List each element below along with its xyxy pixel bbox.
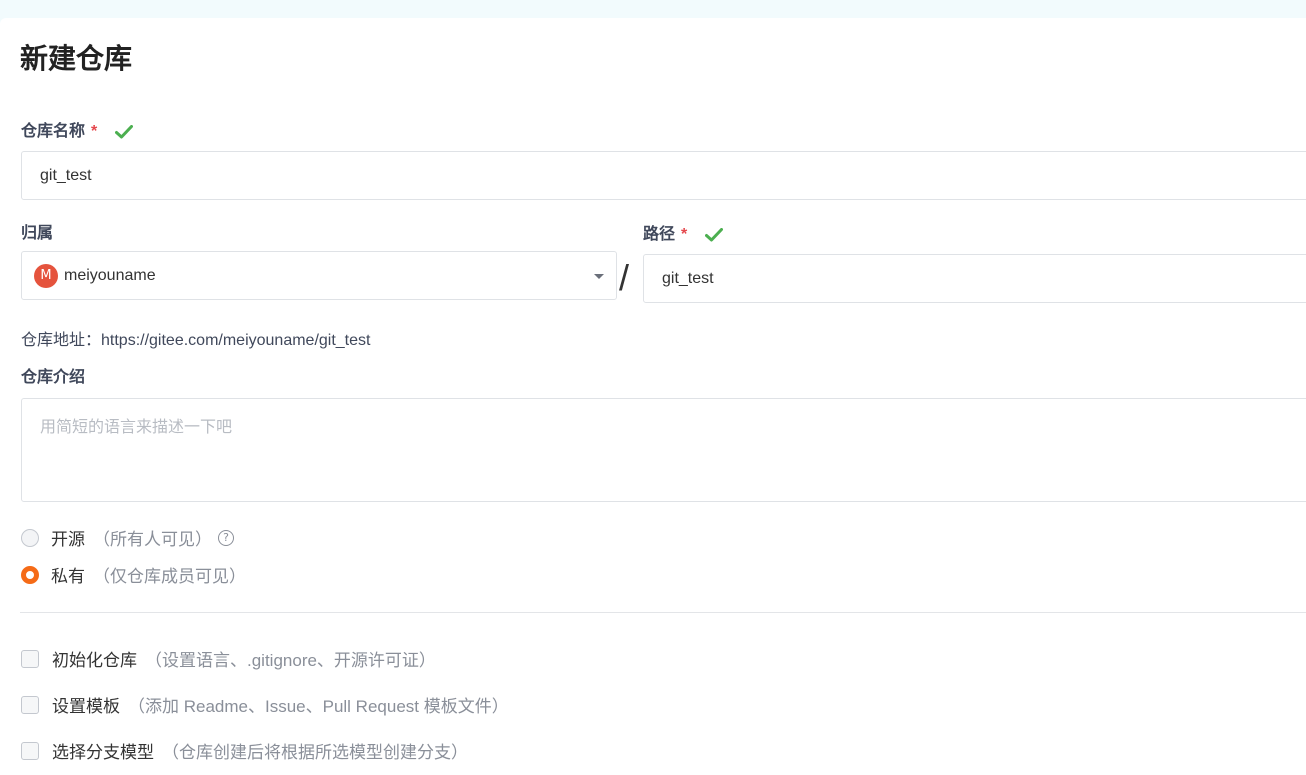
- repo-name-value: git_test: [40, 166, 92, 184]
- description-label: 仓库介绍: [21, 368, 85, 388]
- check-icon: [705, 228, 724, 242]
- branch-model-checkbox[interactable]: [21, 741, 39, 760]
- template-hint: （添加 Readme、Issue、Pull Request 模板文件）: [128, 697, 509, 716]
- init-repo-label: 初始化仓库: [52, 651, 137, 670]
- path-label: 路径 *: [643, 225, 724, 245]
- init-repo-checkbox[interactable]: [21, 649, 39, 668]
- owner-select[interactable]: M meiyouname: [21, 251, 617, 300]
- page-title: 新建仓库: [20, 43, 133, 74]
- repo-name-label-text: 仓库名称: [21, 123, 86, 140]
- check-icon: [115, 125, 134, 139]
- public-label: 开源: [51, 530, 85, 549]
- description-placeholder: 用简短的语言来描述一下吧: [40, 419, 233, 436]
- path-value: git_test: [662, 269, 714, 287]
- repo-name-label: 仓库名称 *: [21, 122, 134, 142]
- private-hint: （仅仓库成员可见）: [93, 567, 246, 586]
- divider: [20, 612, 1306, 613]
- required-mark: *: [91, 123, 98, 140]
- avatar: M: [34, 263, 58, 288]
- branch-model-label: 选择分支模型: [52, 743, 154, 762]
- path-separator: /: [619, 257, 630, 298]
- branch-model-hint: （仓库创建后将根据所选模型创建分支）: [162, 743, 468, 762]
- new-repo-form: 新建仓库 仓库名称 * git_test 归属 M meiyouname / 路…: [0, 18, 1306, 775]
- public-radio[interactable]: [21, 528, 39, 547]
- public-hint: （所有人可见）: [93, 530, 212, 549]
- required-mark: *: [681, 226, 688, 243]
- template-label: 设置模板: [52, 697, 120, 716]
- visibility-option-private[interactable]: 私有 （仅仓库成员可见）: [21, 562, 246, 587]
- private-label: 私有: [51, 567, 85, 586]
- option-template[interactable]: 设置模板 （添加 Readme、Issue、Pull Request 模板文件）: [21, 692, 509, 717]
- owner-label-text: 归属: [21, 225, 54, 242]
- path-input[interactable]: git_test: [643, 254, 1306, 303]
- init-repo-hint: （设置语言、.gitignore、开源许可证）: [145, 651, 436, 670]
- caret-down-icon: [594, 274, 604, 279]
- description-textarea[interactable]: 用简短的语言来描述一下吧: [21, 398, 1306, 502]
- repo-name-input[interactable]: git_test: [21, 151, 1306, 200]
- template-checkbox[interactable]: [21, 695, 39, 714]
- private-radio[interactable]: [21, 565, 39, 584]
- question-circle-icon[interactable]: ?: [218, 529, 234, 546]
- owner-value: meiyouname: [64, 266, 156, 284]
- repo-url: 仓库地址：https://gitee.com/meiyouname/git_te…: [21, 332, 371, 349]
- visibility-option-public[interactable]: 开源 （所有人可见） ?: [21, 525, 234, 550]
- option-init-repo[interactable]: 初始化仓库 （设置语言、.gitignore、开源许可证）: [21, 646, 436, 671]
- path-label-text: 路径: [643, 226, 676, 243]
- owner-label: 归属: [21, 224, 53, 244]
- description-label-text: 仓库介绍: [21, 369, 86, 386]
- option-branch-model[interactable]: 选择分支模型 （仓库创建后将根据所选模型创建分支）: [21, 738, 468, 763]
